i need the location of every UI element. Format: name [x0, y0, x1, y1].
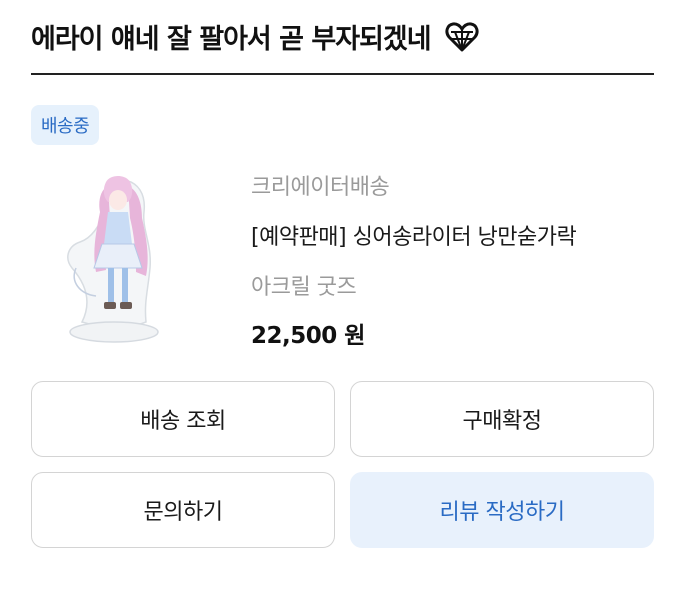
write-review-button[interactable]: 리뷰 작성하기 — [350, 472, 654, 548]
inquiry-button[interactable]: 문의하기 — [31, 472, 335, 548]
product-title[interactable]: [예약판매] 싱어송라이터 낭만숟가락 — [251, 220, 651, 256]
status-badge: 배송중 — [31, 105, 100, 145]
page-title: 에라이 얘네 잘 팔아서 곧 부자되겠네 — [31, 24, 432, 55]
product-option: 아크릴 굿즈 — [251, 275, 357, 300]
heart-icon — [445, 20, 479, 54]
product-price: 22,500 원 — [251, 323, 365, 349]
product-image[interactable] — [62, 172, 172, 348]
order-card: 에라이 얘네 잘 팔아서 곧 부자되겠네 배송중 크리에이터배송 [예약판매] … — [0, 0, 684, 593]
header: 에라이 얘네 잘 팔아서 곧 부자되겠네 — [31, 0, 654, 75]
track-delivery-button[interactable]: 배송 조회 — [31, 381, 335, 457]
seller-label: 크리에이터배송 — [251, 175, 390, 200]
product-info: 크리에이터배송 [예약판매] 싱어송라이터 낭만숟가락 아크릴 굿즈 22,50… — [251, 170, 651, 354]
confirm-purchase-button[interactable]: 구매확정 — [350, 381, 654, 457]
